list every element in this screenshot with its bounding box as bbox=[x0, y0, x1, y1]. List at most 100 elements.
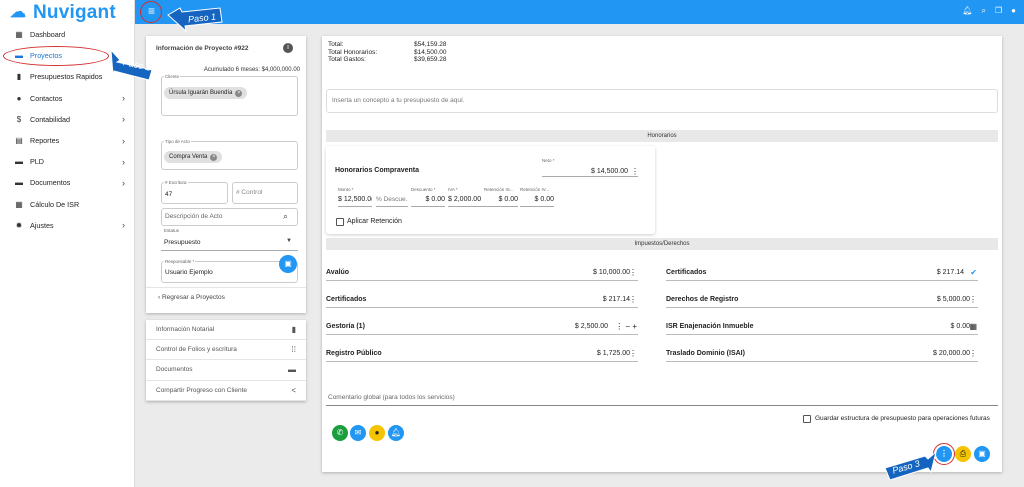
cloud-logo-icon: ☁ bbox=[10, 4, 26, 21]
more-vert-minus-plus-icon[interactable]: ⋮ − + bbox=[615, 322, 637, 331]
tax-row[interactable]: Certificados $ 217.14 ✔ bbox=[666, 267, 978, 281]
total-row: Total Honorarios: $14,500.00 bbox=[328, 49, 447, 57]
tax-row[interactable]: Derechos de Registro $ 5,000.00 ⋮ bbox=[666, 294, 978, 308]
brand-name: Nuvigant bbox=[33, 2, 116, 23]
search-icon[interactable]: ⌕ bbox=[982, 6, 986, 16]
concept-placeholder: Inserta un concepto a tu presupuesto de … bbox=[332, 97, 465, 104]
sidebar-item-c-lculo-de-isr[interactable]: ▦ Cálculo De ISR bbox=[0, 194, 135, 215]
calculator-icon[interactable]: ▦ bbox=[969, 322, 977, 331]
save-project-icon[interactable]: ▣ bbox=[279, 255, 297, 273]
brand-logo[interactable]: ☁ Nuvigant bbox=[10, 2, 116, 24]
sidebar-item-presupuestos-rapidos[interactable]: ▮ Presupuestos Rapidos bbox=[0, 66, 135, 87]
act-type-label: Tipo de Acto bbox=[164, 139, 191, 144]
project-link-compartir-progreso-con-cliente[interactable]: Compartir Progreso con Cliente < bbox=[146, 381, 306, 401]
project-link-control-de-folios-y-escritura[interactable]: Control de Folios y escritura ⁞⁞ bbox=[146, 340, 306, 361]
gear-icon: ✹ bbox=[15, 220, 23, 230]
sidebar-item-dashboard[interactable]: ▦ Dashboard bbox=[0, 24, 135, 45]
act-type-chip-label: Compra Venta bbox=[169, 154, 208, 160]
menu-highlight-circle bbox=[140, 1, 162, 23]
ret-isr-value[interactable]: $ 0.00 bbox=[484, 196, 518, 207]
tax-row[interactable]: Traslado Dominio (ISAI) $ 20,000.00 ⋮ bbox=[666, 348, 978, 362]
chevron-down-icon[interactable]: ▼ bbox=[286, 238, 292, 244]
project-title: Información de Proyecto #922 bbox=[156, 45, 249, 52]
project-link-informaci-n-notarial[interactable]: Información Notarial ▮ bbox=[146, 320, 306, 341]
sidebar-item-label: Dashboard bbox=[30, 30, 66, 40]
tax-label: Certificados bbox=[666, 269, 707, 276]
total-label: Total Honorarios: bbox=[328, 48, 378, 56]
back-link[interactable]: ‹ Regresar a Proyectos bbox=[158, 294, 225, 301]
email-icon[interactable]: ✉ bbox=[350, 425, 366, 441]
whatsapp-icon[interactable]: ✆ bbox=[332, 425, 348, 441]
more-vert-icon[interactable]: ⋮ bbox=[631, 167, 639, 176]
tax-value: $ 10,000.00 bbox=[593, 269, 630, 276]
save-structure-checkbox[interactable] bbox=[803, 415, 811, 423]
notification-icon[interactable]: 🔔︎ bbox=[388, 425, 404, 441]
sidebar-item-documentos[interactable]: ▬ Documentos › bbox=[0, 172, 135, 193]
sidebar-item-ajustes[interactable]: ✹ Ajustes › bbox=[0, 215, 135, 236]
honorario-name: Honorarios Compraventa bbox=[335, 167, 420, 174]
project-link-label: Compartir Progreso con Cliente bbox=[156, 386, 248, 394]
escritura-label: # Escritura bbox=[164, 180, 188, 185]
print-icon[interactable]: ⎙ bbox=[955, 446, 971, 462]
more-vert-icon[interactable]: ⋮ bbox=[969, 295, 977, 304]
chevron-right-icon: › bbox=[122, 220, 125, 231]
honorarios-card: Honorarios Compraventa Neto * $ 14,500.0… bbox=[326, 146, 655, 234]
impuestos-section-header: Impuestos/Derechos bbox=[326, 238, 998, 250]
monto-label: Monto * bbox=[338, 187, 354, 192]
chevron-right-icon: › bbox=[122, 156, 125, 167]
sidebar-item-label: Ajustes bbox=[30, 220, 54, 230]
remove-act-type-icon[interactable]: × bbox=[210, 154, 218, 161]
sidebar-item-label: Documentos bbox=[30, 178, 71, 188]
more-vert-icon[interactable]: ⋮ bbox=[629, 268, 637, 277]
tax-row[interactable]: Avalúo $ 10,000.00 ⋮ bbox=[326, 267, 638, 281]
descuento-value[interactable]: $ 0.00 bbox=[411, 196, 445, 207]
more-vert-icon[interactable]: ⋮ bbox=[629, 295, 637, 304]
tax-value: $ 1,725.00 bbox=[596, 350, 630, 357]
sidebar-item-contabilidad[interactable]: $ Contabilidad › bbox=[0, 109, 135, 130]
tax-row[interactable]: ISR Enajenación Inmueble $ 0.00 ▦ bbox=[666, 321, 978, 335]
documents-folder-icon: ▬ bbox=[288, 365, 296, 375]
info-icon[interactable]: i bbox=[283, 43, 293, 53]
descuento-percent-input[interactable]: % Descue... bbox=[376, 196, 408, 207]
tax-row[interactable]: Gestoría (1) $ 2,500.00 ⋮ − + bbox=[326, 321, 638, 335]
ret-iva-value[interactable]: $ 0.00 bbox=[520, 196, 554, 207]
status-label: Estatus bbox=[164, 228, 180, 233]
sidebar-item-label: Reportes bbox=[30, 136, 60, 146]
total-label: Total: bbox=[328, 41, 344, 48]
sidebar: ☁ Nuvigant ▦ Dashboard ▬ Proyectos ▮ Presupue… bbox=[0, 0, 135, 487]
divider bbox=[146, 287, 306, 288]
description-placeholder: Descripción de Acto bbox=[165, 213, 223, 220]
client-chip[interactable]: Úrsula Iguarán Buendía × bbox=[164, 87, 248, 99]
neto-value: $ 14,500.00 bbox=[591, 168, 628, 175]
check-circle-icon[interactable]: ✔ bbox=[970, 268, 977, 277]
total-row: Total Gastos: $39,659.28 bbox=[328, 56, 447, 64]
sidebar-item-label: Contactos bbox=[30, 93, 63, 103]
top-bar: ≡ 🔔︎ ⌕ ❐ ● bbox=[135, 0, 1024, 24]
project-link-label: Control de Folios y escritura bbox=[156, 346, 237, 354]
remove-client-icon[interactable]: × bbox=[235, 90, 243, 97]
bell-icon[interactable]: 🔔︎ bbox=[962, 6, 972, 16]
ret-iva-label: Retención IV... bbox=[520, 187, 550, 192]
monto-value[interactable]: $ 12,500.0( bbox=[338, 196, 372, 207]
more-vert-icon[interactable]: ⋮ bbox=[629, 349, 637, 358]
aplicar-retencion-label: Aplicar Retención bbox=[347, 218, 402, 225]
total-value: $54,159.28 bbox=[414, 41, 447, 48]
user-icon[interactable]: ● bbox=[1011, 6, 1016, 16]
search-icon[interactable]: ⌕ bbox=[283, 211, 288, 222]
tax-row[interactable]: Certificados $ 217.14 ⋮ bbox=[326, 294, 638, 308]
project-link-documentos[interactable]: Documentos ▬ bbox=[146, 360, 306, 381]
iva-value[interactable]: $ 2,000.00 bbox=[448, 196, 484, 207]
act-type-chip[interactable]: Compra Venta × bbox=[164, 151, 223, 163]
sidebar-item-reportes[interactable]: ▤ Reportes › bbox=[0, 130, 135, 151]
sidebar-item-pld[interactable]: ▬ PLD › bbox=[0, 151, 135, 172]
aplicar-retencion-checkbox[interactable] bbox=[336, 218, 344, 226]
total-value: $14,500.00 bbox=[414, 48, 447, 56]
more-vert-icon[interactable]: ⋮ bbox=[969, 349, 977, 358]
sidebar-item-contactos[interactable]: ● Contactos › bbox=[0, 88, 135, 109]
contact-icon[interactable]: ● bbox=[369, 425, 385, 441]
top-bar-actions: 🔔︎ ⌕ ❐ ● bbox=[962, 6, 1016, 16]
save-icon[interactable]: ▣ bbox=[974, 446, 990, 462]
windows-icon[interactable]: ❐ bbox=[995, 6, 1002, 16]
tax-label: ISR Enajenación Inmueble bbox=[666, 323, 754, 330]
tax-row[interactable]: Registro Público $ 1,725.00 ⋮ bbox=[326, 348, 638, 362]
